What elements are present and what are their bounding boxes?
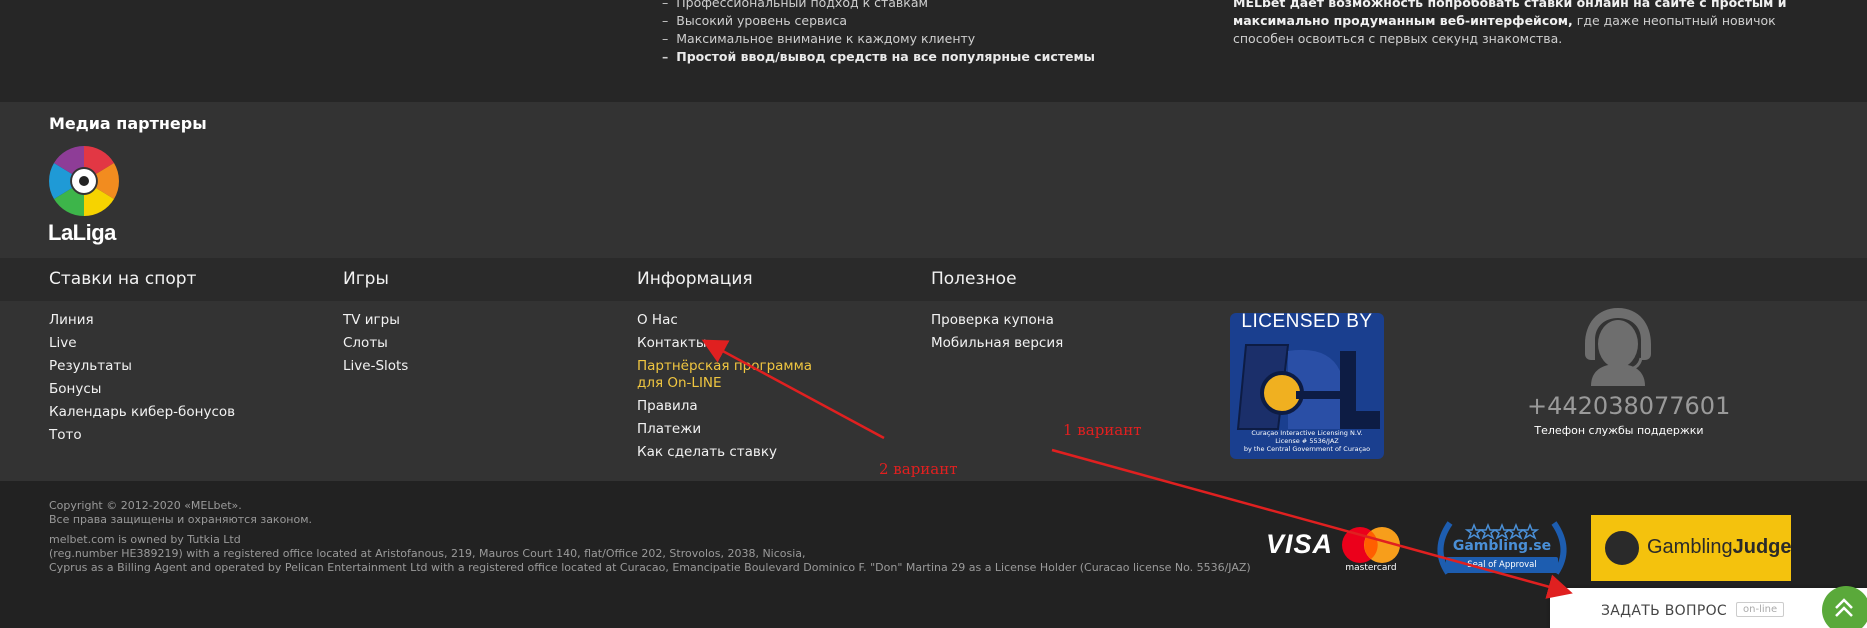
copyright-block: Copyright © 2012-2020 «MELbet». Все прав…: [49, 499, 1251, 575]
feature-item: – Простой ввод/вывод средств на все попул…: [662, 49, 1095, 64]
col-title-sport: Ставки на спорт: [49, 269, 197, 289]
ask-question-widget[interactable]: ЗАДАТЬ ВОПРОС on-line: [1550, 588, 1867, 628]
feature-item: – Высокий уровень сервиса: [662, 13, 848, 28]
copyright-line: melbet.com is owned by Tutkia Ltd: [49, 533, 241, 546]
support-headset-icon: [1585, 308, 1651, 386]
curacao-license-badge[interactable]: LICENSED BY Curaçao Interactive Licensin…: [1228, 311, 1386, 461]
games-links: TV игры Слоты Live-Slots: [343, 309, 408, 378]
annotation-variant-1: 1 вариант: [1063, 421, 1142, 439]
link-payments[interactable]: Платежи: [637, 418, 837, 441]
footer-menu-headers: Ставки на спорт Игры Информация Полезное: [0, 258, 1867, 301]
gambling-se-label: Gambling.se: [1452, 538, 1552, 554]
feature-item: – Профессиональный подход к ставкам: [662, 0, 928, 10]
online-status-badge: on-line: [1736, 602, 1785, 617]
gambling-judge-word2: Judge: [1732, 536, 1792, 558]
media-partners-section: Медиа партнеры LaLiga: [0, 102, 1867, 258]
features-list: – Профессиональный подход к ставкам – Высо…: [662, 0, 1095, 66]
gambling-judge-word1: Gambling: [1647, 536, 1733, 558]
link-live-slots[interactable]: Live-Slots: [343, 355, 408, 378]
features-section: – Профессиональный подход к ставкам – Высо…: [0, 0, 1867, 102]
link-live[interactable]: Live: [49, 332, 235, 355]
license-header: LICENSED BY: [1241, 311, 1373, 332]
ask-question-label: ЗАДАТЬ ВОПРОС: [1601, 603, 1727, 619]
link-mobile[interactable]: Мобильная версия: [931, 332, 1063, 355]
col-title-games: Игры: [343, 269, 389, 289]
gambling-judge-seal-icon: [1605, 531, 1639, 565]
link-toto[interactable]: Тото: [49, 424, 235, 447]
link-bonuses[interactable]: Бонусы: [49, 378, 235, 401]
license-line2: License # 5536/JAZ: [1275, 437, 1339, 445]
copyright-line: Cyprus as a Billing Agent and operated b…: [49, 561, 1251, 574]
link-results[interactable]: Результаты: [49, 355, 235, 378]
gambling-judge-badge[interactable]: GamblingJudge: [1591, 515, 1792, 581]
feature-item: – Максимальное внимание к каждому клиенту: [662, 31, 976, 46]
sport-links: Линия Live Результаты Бонусы Календарь к…: [49, 309, 235, 447]
link-check-coupon[interactable]: Проверка купона: [931, 309, 1063, 332]
useful-links: Проверка купона Мобильная версия: [931, 309, 1063, 355]
license-line1: Curaçao Interactive Licensing N.V.: [1251, 429, 1363, 437]
link-affiliate[interactable]: Партнёрская программа для On-LINE: [637, 358, 837, 392]
copyright-line: Copyright © 2012-2020 «MELbet».: [49, 499, 242, 512]
gambling-judge-label: GamblingJudge: [1647, 536, 1792, 559]
link-contacts[interactable]: Контакты: [637, 332, 837, 355]
link-slots[interactable]: Слоты: [343, 332, 408, 355]
license-details: Curaçao Interactive Licensing N.V. Licen…: [1228, 429, 1386, 453]
link-how-to-bet[interactable]: Как сделать ставку: [637, 441, 837, 464]
link-about[interactable]: О Нас: [637, 309, 837, 332]
visa-logo: VISA: [1266, 529, 1334, 559]
laliga-wordmark: LaLiga: [48, 220, 116, 245]
info-links: О Нас Контакты Партнёрская программа для…: [637, 309, 837, 464]
link-cyber-calendar[interactable]: Календарь кибер-бонусов: [49, 401, 235, 424]
chevron-up-icon: [1835, 598, 1853, 617]
copyright-line: Все права защищены и охраняются законом.: [49, 513, 313, 526]
col-title-useful: Полезное: [931, 269, 1017, 289]
license-line3: by the Central Government of Curaçao: [1243, 445, 1371, 453]
support-phone[interactable]: +442038077601: [1527, 392, 1730, 420]
link-tv-games[interactable]: TV игры: [343, 309, 408, 332]
link-rules[interactable]: Правила: [637, 395, 837, 418]
scroll-up-button[interactable]: [1822, 586, 1867, 628]
media-partners-title: Медиа партнеры: [49, 114, 207, 133]
annotation-variant-2: 2 вариант: [879, 460, 958, 478]
link-line[interactable]: Линия: [49, 309, 235, 332]
gambling-se-seal: Seal of Approval: [1446, 557, 1558, 573]
col-title-info: Информация: [637, 269, 753, 289]
support-phone-label: Телефон службы поддержки: [1534, 424, 1704, 437]
mastercard-label: mastercard: [1345, 563, 1397, 573]
copyright-line: (reg.number HE389219) with a registered …: [49, 547, 806, 560]
site-description: MELbet дает возможность попробовать став…: [1233, 0, 1793, 48]
